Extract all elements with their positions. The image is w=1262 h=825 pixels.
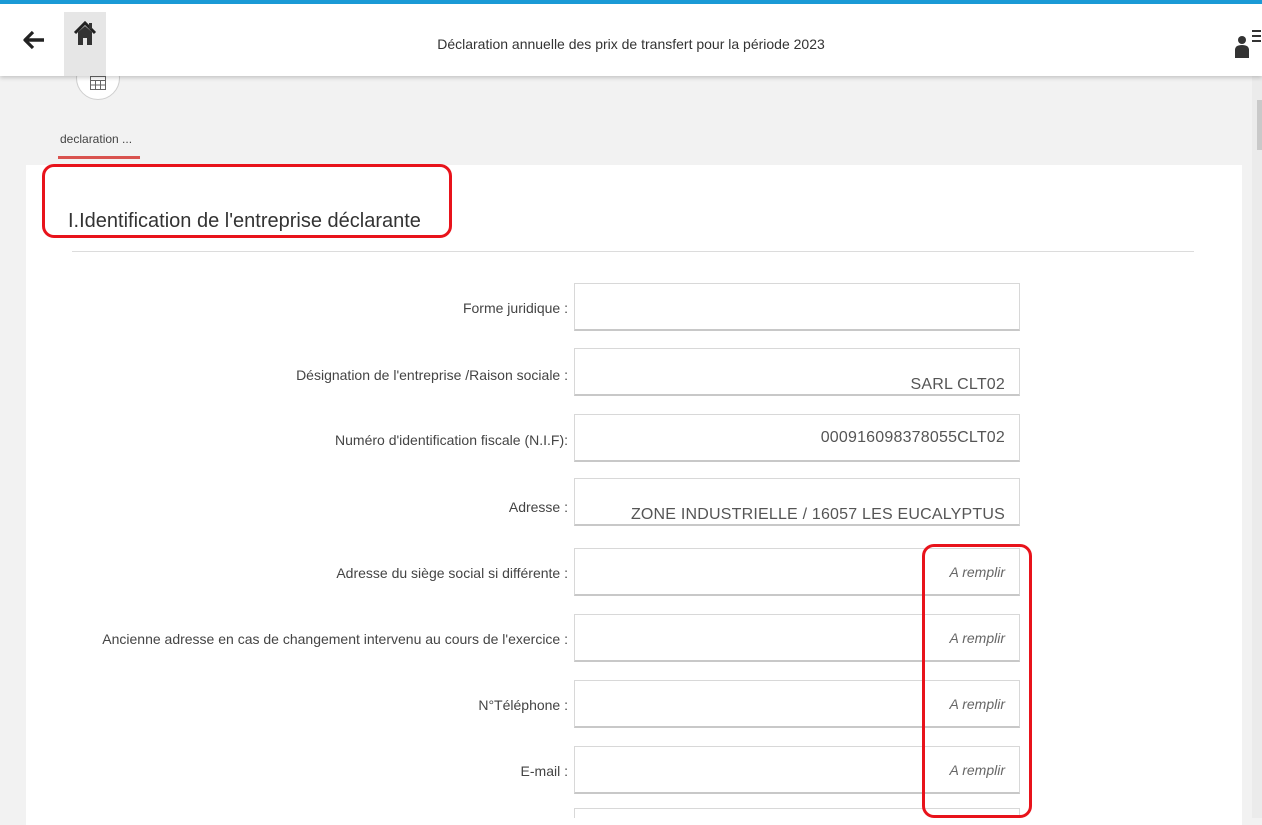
user-menu-button[interactable] [1234,28,1262,58]
scrollbar-thumb[interactable] [1257,100,1262,150]
top-bar: Déclaration annuelle des prix de transfe… [0,0,1262,76]
adresse-field[interactable]: ZONE INDUSTRIELLE / 16057 LES EUCALYPTUS [574,478,1020,526]
nif-value: 000916098378055CLT02 [820,428,1005,446]
label-forme-juridique: Forme juridique : [462,300,568,316]
forme-juridique-field[interactable] [574,283,1020,331]
user-menu-icon [1234,30,1262,62]
label-siege-social: Adresse du siège social si différente : [336,565,568,581]
label-raison-sociale: Désignation de l'entreprise /Raison soci… [296,367,568,383]
label-email: E-mail : [520,763,568,779]
section-divider [72,251,1194,252]
label-telephone: N°Téléphone : [478,697,568,713]
active-step-underline [58,156,140,159]
label-nif: Numéro d'identification fiscale (N.I.F): [335,432,568,448]
page-title: Déclaration annuelle des prix de transfe… [437,36,825,52]
step-label: declaration ... [60,132,133,146]
scrollbar-track[interactable] [1252,76,1262,818]
label-adresse: Adresse : [508,499,568,515]
raison-sociale-value: SARL CLT02 [910,375,1005,393]
step-indicator[interactable]: declaration ... [58,56,148,164]
annotation-box-a-remplir [922,544,1032,818]
nif-field[interactable]: 000916098378055CLT02 [574,414,1020,462]
label-ancienne-adresse: Ancienne adresse en cas de changement in… [102,631,568,647]
adresse-value: ZONE INDUSTRIELLE / 16057 LES EUCALYPTUS [630,505,1005,523]
raison-sociale-field[interactable]: SARL CLT02 [574,348,1020,396]
annotation-box-title [42,164,452,238]
